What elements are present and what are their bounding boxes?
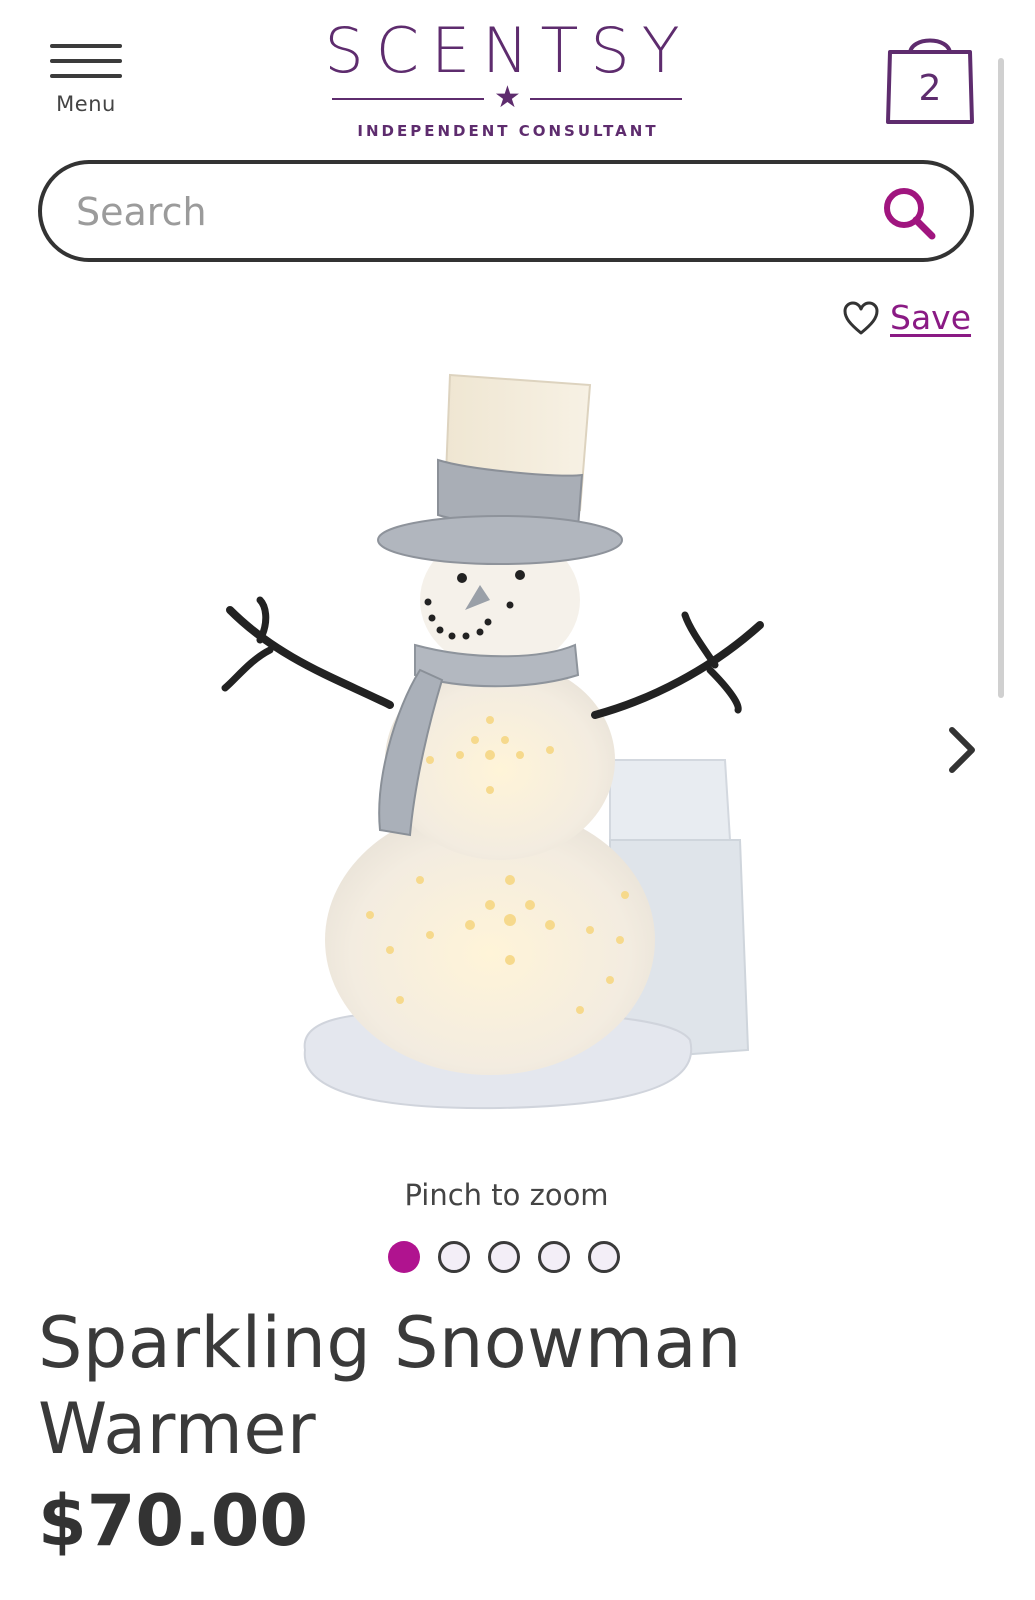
hamburger-icon-line <box>50 74 122 78</box>
menu-button[interactable]: Menu <box>40 36 132 122</box>
cart-button[interactable]: 2 <box>880 30 980 130</box>
gallery-dot[interactable] <box>588 1241 620 1273</box>
next-image-button[interactable] <box>938 720 988 780</box>
product-price: $70.00 <box>38 1480 309 1562</box>
page-scrollbar[interactable] <box>998 58 1004 698</box>
gallery-dot[interactable] <box>488 1241 520 1273</box>
snowman-warmer-illustration <box>221 373 764 1110</box>
cart-count-badge: 2 <box>918 68 942 109</box>
gallery-dot[interactable] <box>538 1241 570 1273</box>
save-button[interactable]: Save <box>842 296 978 344</box>
scentsy-logo[interactable]: SCENTSY ★ INDEPENDENT CONSULTANT <box>318 14 698 150</box>
logo-divider <box>530 98 682 100</box>
logo-wordmark: SCENTSY <box>324 14 692 87</box>
search-icon <box>884 188 936 240</box>
product-title: Sparkling Snowman Warmer <box>38 1302 742 1470</box>
gallery-dot[interactable] <box>388 1241 420 1273</box>
logo-tagline: INDEPENDENT CONSULTANT <box>357 122 659 140</box>
chevron-right-icon <box>949 727 975 773</box>
menu-label: Menu <box>56 92 116 116</box>
product-image[interactable] <box>170 360 790 1130</box>
search-button[interactable] <box>878 182 940 244</box>
logo-divider <box>332 98 484 100</box>
gallery-dot[interactable] <box>438 1241 470 1273</box>
save-label: Save <box>890 298 972 337</box>
search-input[interactable] <box>74 182 858 242</box>
gallery-pagination <box>388 1241 628 1281</box>
pinch-to-zoom-hint: Pinch to zoom <box>404 1178 609 1212</box>
hamburger-icon-line <box>50 59 122 63</box>
star-icon: ★ <box>494 80 521 115</box>
search-bar <box>38 160 974 262</box>
heart-outline-icon <box>843 301 879 335</box>
hamburger-icon-line <box>50 44 122 48</box>
